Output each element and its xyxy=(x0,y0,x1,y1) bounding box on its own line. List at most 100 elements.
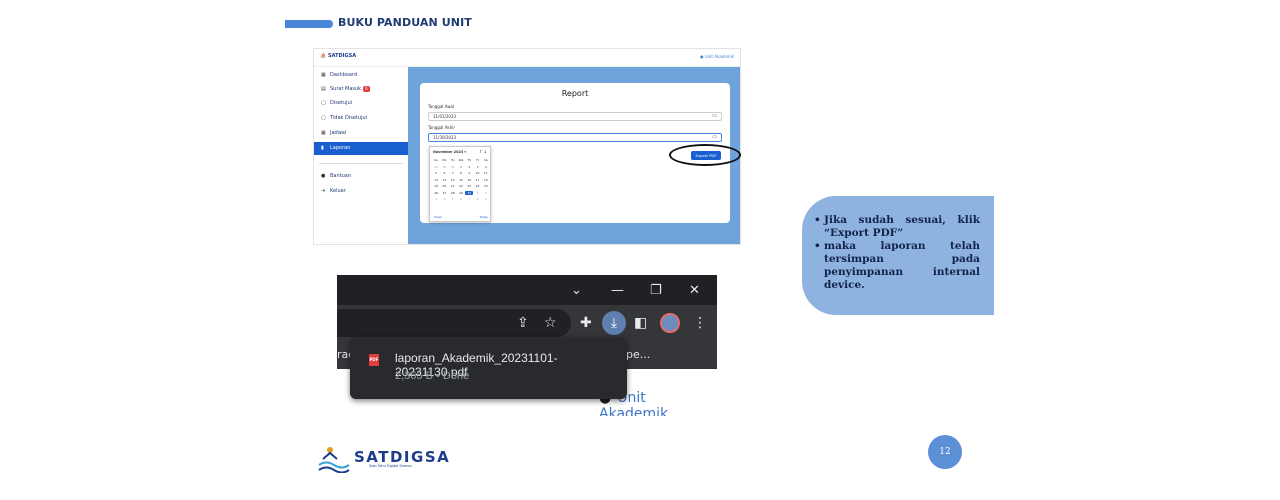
day-cell[interactable]: 19 xyxy=(432,184,440,188)
day-cell[interactable]: 5 xyxy=(432,171,440,175)
calendar-icon[interactable]: ▭ xyxy=(712,134,717,141)
day-cell[interactable]: 30 xyxy=(465,190,474,195)
bookmark-item[interactable]: pe... xyxy=(626,348,650,361)
logout-icon: ⇥ xyxy=(321,188,326,194)
header-title: BUKU PANDUAN UNIT xyxy=(338,16,472,29)
day-cell[interactable]: 2 xyxy=(482,191,490,195)
day-cell[interactable]: 13 xyxy=(440,178,448,182)
inbox-icon: ▤ xyxy=(321,86,326,92)
download-icon[interactable]: ⤓ xyxy=(602,311,626,335)
day-cell[interactable]: 21 xyxy=(449,184,457,188)
tab-search-icon[interactable]: ⌄ xyxy=(571,283,582,298)
day-cell[interactable]: 23 xyxy=(465,184,473,188)
day-cell[interactable]: 14 xyxy=(449,178,457,182)
user-menu[interactable]: ● Unit Akademik xyxy=(700,54,734,59)
app-screenshot: ⛵ SATDIGSA ● Unit Akademik ▦ Dashboard ▤ S… xyxy=(313,48,741,245)
app-logo: ⛵ SATDIGSA xyxy=(320,53,357,59)
start-date-input[interactable]: 11/01/2023 ▭ xyxy=(428,112,722,121)
close-icon[interactable]: ✕ xyxy=(689,283,700,298)
dashboard-icon: ▦ xyxy=(321,72,326,78)
day-cell[interactable]: 31 xyxy=(449,165,457,169)
sidebar-item-jadwal[interactable]: ▦ Jadwal xyxy=(314,127,408,140)
weekday-label: Sa xyxy=(483,158,488,162)
day-cell[interactable]: 10 xyxy=(473,171,481,175)
day-cell[interactable]: 8 xyxy=(457,171,465,175)
day-cell[interactable]: 4 xyxy=(482,165,490,169)
day-cell[interactable]: 7 xyxy=(449,171,457,175)
download-status: 2,365 B • Done xyxy=(395,370,470,382)
share-icon[interactable]: ⇪ xyxy=(517,315,529,331)
datepicker-today[interactable]: Today xyxy=(479,215,488,219)
sidepanel-icon[interactable]: ◧ xyxy=(634,315,647,331)
instruction-callout: Jika sudah sesuai, klik “Export PDF” mak… xyxy=(802,196,994,315)
sidebar: ▦ Dashboard ▤ Surat Masuk 6 ▢ Disetujui ▢ Tid… xyxy=(314,67,408,244)
day-cell[interactable]: 7 xyxy=(465,197,473,201)
day-cell[interactable]: 15 xyxy=(457,178,465,182)
day-cell[interactable]: 30 xyxy=(440,165,448,169)
weekday-label: Fr xyxy=(476,158,479,162)
browser-titlebar: ⌄ — ❐ ✕ xyxy=(337,275,717,305)
page-number: 12 xyxy=(928,435,962,469)
day-cell[interactable]: 16 xyxy=(465,178,473,182)
sidebar-item-surat-masuk[interactable]: ▤ Surat Masuk 6 xyxy=(314,83,408,96)
day-cell[interactable]: 6 xyxy=(440,171,448,175)
sidebar-item-keluar[interactable]: ⇥ Keluar xyxy=(314,185,408,198)
bookmark-star-icon[interactable]: ☆ xyxy=(544,315,557,331)
report-icon: ▮ xyxy=(321,145,324,151)
download-popup: PDF laporan_Akademik_20231101-20231130.p… xyxy=(350,337,627,399)
calendar-icon: ▦ xyxy=(321,130,326,136)
day-cell[interactable]: 26 xyxy=(432,191,440,195)
day-cell[interactable]: 5 xyxy=(449,197,457,201)
end-date-label: Tanggal Akhir xyxy=(428,125,456,130)
day-cell[interactable]: 11 xyxy=(482,171,490,175)
extensions-icon[interactable]: ✚ xyxy=(580,315,592,331)
sidebar-item-laporan[interactable]: ▮ Laporan xyxy=(314,142,408,155)
footer-logo: SATDIGSA Siap Tahu Digital Semua xyxy=(317,443,449,473)
datepicker-grid: Su Mo Tu We Th Fr Sa 29 30 31 1 2 3 4 5 6 7 8 9 10 11 12 13 14 1… xyxy=(432,158,490,201)
address-bar[interactable] xyxy=(337,309,571,337)
day-cell[interactable]: 9 xyxy=(465,171,473,175)
sidebar-item-dashboard[interactable]: ▦ Dashboard xyxy=(314,69,408,82)
report-title: Report xyxy=(561,89,589,98)
day-cell[interactable]: 22 xyxy=(457,184,465,188)
day-cell[interactable]: 2 xyxy=(465,165,473,169)
day-cell[interactable]: 20 xyxy=(440,184,448,188)
day-cell[interactable]: 27 xyxy=(440,191,448,195)
guide-page: BUKU PANDUAN UNIT ⛵ SATDIGSA ● Unit Akad… xyxy=(0,0,1280,500)
day-cell[interactable]: 1 xyxy=(473,191,481,195)
day-cell[interactable]: 18 xyxy=(482,178,490,182)
date-picker-popup: November 2023 ▾ ↑ ↓ Su Mo Tu We Th Fr Sa 29 30 31… xyxy=(429,146,491,222)
end-date-input[interactable]: 11/30/2023 ▭ xyxy=(428,133,722,142)
help-icon: ● xyxy=(321,173,326,179)
day-cell[interactable]: 9 xyxy=(482,197,490,201)
day-cell[interactable]: 1 xyxy=(457,165,465,169)
sidebar-item-tidak-disetujui[interactable]: ▢ Tidak Disetujui xyxy=(314,112,408,125)
day-cell[interactable]: 4 xyxy=(440,197,448,201)
day-cell[interactable]: 29 xyxy=(432,165,440,169)
datepicker-nav-arrows[interactable]: ↑ ↓ xyxy=(479,149,487,154)
logo-tagline: Siap Tahu Digital Semua xyxy=(369,464,412,468)
restore-icon[interactable]: ❐ xyxy=(650,283,662,298)
check-doc-icon: ▢ xyxy=(321,100,326,106)
day-cell[interactable]: 17 xyxy=(473,178,481,182)
day-cell[interactable]: 12 xyxy=(432,178,440,182)
datepicker-month[interactable]: November 2023 ▾ xyxy=(433,150,466,154)
day-cell[interactable]: 29 xyxy=(457,191,465,195)
day-cell[interactable]: 25 xyxy=(482,184,490,188)
sidebar-item-disetujui[interactable]: ▢ Disetujui xyxy=(314,97,408,110)
calendar-icon[interactable]: ▭ xyxy=(712,113,717,120)
instruction-item: maka laporan telah tersimpan pada penyim… xyxy=(814,240,980,292)
day-cell[interactable]: 3 xyxy=(432,197,440,201)
datepicker-clear[interactable]: Clear xyxy=(434,215,442,219)
day-cell[interactable]: 3 xyxy=(473,165,481,169)
minimize-icon[interactable]: — xyxy=(611,283,624,298)
sidebar-item-bantuan[interactable]: ● Bantuan xyxy=(314,170,408,183)
day-cell[interactable]: 6 xyxy=(457,197,465,201)
day-cell[interactable]: 24 xyxy=(473,184,481,188)
day-cell[interactable]: 28 xyxy=(449,191,457,195)
profile-avatar[interactable] xyxy=(660,313,680,333)
sidebar-divider xyxy=(319,163,403,164)
day-cell[interactable]: 8 xyxy=(473,197,481,201)
app-topbar: ⛵ SATDIGSA ● Unit Akademik xyxy=(314,49,740,67)
menu-kebab-icon[interactable]: ⋮ xyxy=(693,315,707,331)
